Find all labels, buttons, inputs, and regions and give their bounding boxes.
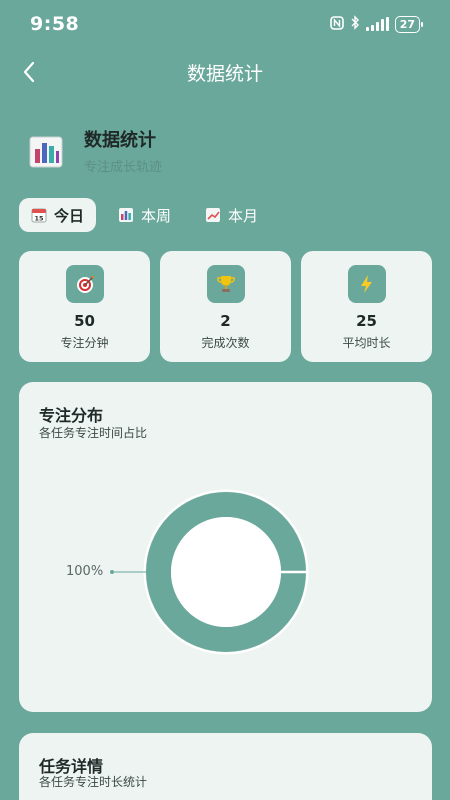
stat-label-average: 平均时长 [342, 336, 391, 350]
label-leader-dot [110, 570, 114, 574]
back-button[interactable] [16, 58, 44, 86]
tab-month[interactable]: 本月 [193, 198, 270, 232]
header-text: 数据统计 专注成长轨迹 [84, 126, 162, 175]
donut-hole [171, 517, 281, 627]
tab-today[interactable]: 15 今日 [19, 198, 97, 232]
stat-value-average: 25 [356, 312, 377, 330]
stat-card-count: 2 完成次数 [160, 251, 291, 362]
chevron-left-icon [23, 61, 35, 83]
status-bar: 9:58 27 [0, 0, 450, 48]
lightning-icon [347, 265, 386, 303]
tab-today-label: 今日 [54, 206, 85, 225]
trend-icon [206, 208, 221, 222]
distribution-donut-chart [110, 489, 309, 655]
status-time: 9:58 [30, 13, 80, 35]
tab-week-label: 本周 [141, 206, 172, 225]
slice-percent-label: 100% [66, 564, 104, 579]
tab-week[interactable]: 本周 [106, 198, 183, 232]
stats-header: 数据统计 专注成长轨迹 [24, 126, 162, 175]
battery-indicator: 27 [394, 15, 424, 33]
header-subtitle: 专注成长轨迹 [84, 160, 163, 175]
nfc-icon [329, 15, 344, 33]
stat-label-minutes: 专注分钟 [60, 336, 109, 350]
stat-value-count: 2 [220, 312, 231, 330]
signal-icon [365, 17, 389, 31]
period-tabs: 15 今日 本周 本月 [19, 198, 270, 232]
target-icon [65, 265, 104, 303]
header-title: 数据统计 [84, 130, 156, 151]
svg-text:15: 15 [34, 215, 44, 223]
chart-logo-icon [24, 129, 68, 173]
nav-bar: 数据统计 [0, 48, 450, 96]
tab-month-label: 本月 [228, 206, 259, 225]
stat-label-count: 完成次数 [201, 336, 250, 350]
distribution-card: 专注分布 各任务专注时间占比 100% [19, 382, 432, 712]
calendar-icon: 15 [31, 208, 47, 223]
bar-chart-icon [119, 208, 134, 222]
page-title: 数据统计 [186, 62, 263, 85]
trophy-icon [206, 265, 245, 303]
stat-card-average: 25 平均时长 [301, 251, 432, 362]
stat-cards: 50 专注分钟 2 完成次数 25 平均时长 [19, 251, 432, 362]
bluetooth-icon [350, 15, 360, 33]
stat-card-minutes: 50 专注分钟 [19, 251, 150, 362]
stat-value-minutes: 50 [74, 312, 95, 330]
task-detail-card: 任务详情 各任务专注时长统计 [19, 733, 432, 800]
status-icons: 27 [329, 15, 424, 33]
detail-subtitle: 各任务专注时长统计 [39, 775, 148, 789]
